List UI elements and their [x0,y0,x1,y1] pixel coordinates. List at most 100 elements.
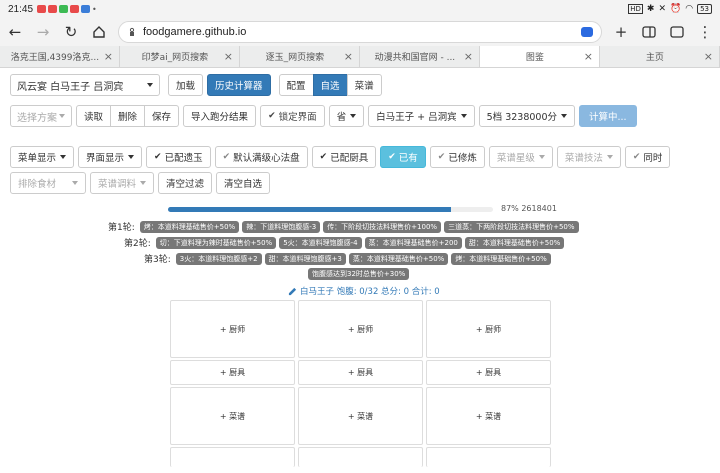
chevron-down-icon [140,181,147,185]
address-bar: ← → ↻ foodgamere.github.io + ⋮ [0,18,720,46]
recipe-slot[interactable]: + 菜谱 [426,387,551,445]
back-icon[interactable]: ← [6,23,24,41]
extension-icon[interactable] [581,27,593,37]
recipe-slot[interactable]: + 菜谱 [298,387,423,445]
rule-tag: 辣：下道料理饱腹感-3 [242,220,321,233]
recipe-skill-label: 菜谱技法 [564,153,603,164]
rule-tag: 甜：本道料理饱腹感+3 [264,252,346,265]
config-button[interactable]: 配置 [278,74,314,96]
browser-tab[interactable]: 印梦ai_网页搜索 × [120,46,240,67]
load-button[interactable]: 加载 [168,74,204,96]
jade-toggle[interactable]: 已配遗玉 [146,146,211,168]
url-field[interactable]: foodgamere.github.io [118,21,602,43]
close-icon[interactable]: × [224,50,233,63]
battery-icon: 53 [697,4,712,14]
chef-combo-select[interactable]: 白马王子 + 吕洞宾 [368,105,475,127]
default-heart-toggle[interactable]: 默认满级心法盘 [214,146,308,168]
browser-tab[interactable]: 逐玉_网页搜索 × [240,46,360,67]
chef-slot[interactable]: + 厨师 [426,300,551,358]
exclude-ingredient-label: 排除食材 [18,179,57,190]
score-select[interactable]: 5档 3238000分 [478,105,576,127]
recipe-slot-partial[interactable] [170,447,295,467]
self-select-button[interactable]: 自选 [312,74,348,96]
tab-label: 逐玉_网页搜索 [265,53,325,63]
chef-slot[interactable]: + 厨师 [170,300,295,358]
browser-tab[interactable]: 主页 × [600,46,720,67]
owned-toggle[interactable]: 已有 [380,146,426,168]
rule-tag: 甜：本道料理基础售价+50% [464,236,565,249]
default-heart-label: 默认满级心法盘 [233,153,300,164]
province-select[interactable]: 省 [328,105,365,127]
chevron-down-icon [538,155,545,159]
bluetooth-icon: ✱ [646,4,655,14]
home-icon[interactable] [90,23,108,41]
menu-button[interactable]: 菜谱 [346,74,382,96]
recipe-select-value: 风云宴 白马王子 吕洞宾 [17,81,124,93]
browser-tab[interactable]: 图鉴 × [480,46,600,67]
exclude-ingredient-dropdown[interactable]: 排除食材 [10,172,86,194]
forward-icon[interactable]: → [34,23,52,41]
notification-icon [59,5,69,13]
clear-self-select-button[interactable]: 清空自选 [216,172,271,194]
page-content: 风云宴 白马王子 吕洞宾 加载 历史计算器 配置 自选 菜谱 选择方案 读取 删… [0,68,720,473]
notification-icon [70,5,80,13]
progress-text: 87% 2618401 [501,204,557,213]
progress-bar [168,207,493,212]
calculating-button[interactable]: 计算中... [579,105,637,127]
close-icon[interactable]: × [104,50,113,63]
round-label: 第3轮: [144,255,171,265]
sidebar-icon[interactable] [640,23,658,41]
close-icon[interactable]: × [464,50,473,63]
recipe-skill-dropdown[interactable]: 菜谱技法 [556,146,621,168]
menu-icon[interactable]: ⋮ [696,23,714,41]
delete-button[interactable]: 删除 [110,105,146,127]
chevron-down-icon [350,114,357,118]
clear-filter-button[interactable]: 清空过滤 [158,172,213,194]
recipe-slot[interactable]: + 菜谱 [170,387,295,445]
rule-tag: 3火：本道料理饱腹感+2 [175,252,262,265]
choose-plan-select[interactable]: 选择方案 [10,105,72,127]
recipe-seasoning-label: 菜谱调料 [98,179,137,190]
chevron-down-icon [60,155,67,159]
close-icon[interactable]: × [344,50,353,63]
same-time-toggle[interactable]: 同时 [624,146,671,168]
rule-tag: 5火：本道料理饱腹感-4 [279,236,362,249]
close-icon[interactable]: × [704,50,713,63]
tabs-overview-icon[interactable] [668,23,686,41]
recipe-select[interactable]: 风云宴 白马王子 吕洞宾 [10,74,160,96]
site-info-icon[interactable] [127,27,137,37]
kitchenware-slot[interactable]: + 厨具 [426,360,551,385]
new-tab-icon[interactable]: + [612,23,630,41]
kitchenware-slot[interactable]: + 厨具 [170,360,295,385]
owned-label: 已有 [398,153,418,164]
kitchenware-slot[interactable]: + 厨具 [298,360,423,385]
save-button[interactable]: 保存 [144,105,180,127]
rule-tag: 三道蒸：下两阶段切技法料理售价+50% [444,220,579,233]
chevron-down-icon [59,114,65,118]
menu-display-dropdown[interactable]: 菜单显示 [10,146,75,168]
rule-tag: 烤：本道料理基础售价+50% [451,252,551,265]
browser-tab[interactable]: 洛克王国,4399洛克... × [0,46,120,67]
chevron-down-icon [147,83,153,87]
recipe-seasoning-dropdown[interactable]: 菜谱调料 [90,172,154,194]
cultivated-toggle[interactable]: 已修炼 [429,146,485,168]
choose-plan-value: 选择方案 [17,112,57,124]
rule-tag: 烤：本道料理基础售价+50% [139,220,240,233]
ui-display-dropdown[interactable]: 界面显示 [78,146,143,168]
browser-tab[interactable]: 动漫共和国官网 - ... × [360,46,480,67]
close-icon[interactable]: × [584,50,593,63]
import-score-button[interactable]: 导入跑分结果 [183,105,257,127]
recipe-star-dropdown[interactable]: 菜谱星级 [488,146,553,168]
recipe-slot-partial[interactable] [426,447,551,467]
status-bar: 21:45 • HD ✱ ✕ ⏰ ◠ 53 [0,0,720,18]
read-button[interactable]: 读取 [76,105,112,127]
menu-display-label: 菜单显示 [18,153,57,164]
history-calculator-button[interactable]: 历史计算器 [207,74,271,96]
round-label: 第1轮: [108,223,135,233]
chef-slot[interactable]: + 厨师 [298,300,423,358]
recipe-slot-partial[interactable] [298,447,423,467]
url-text: foodgamere.github.io [143,26,247,38]
lock-ui-button[interactable]: 锁定界面 [260,105,325,127]
reload-icon[interactable]: ↻ [62,23,80,41]
kitchenware-toggle[interactable]: 已配厨具 [311,146,377,168]
